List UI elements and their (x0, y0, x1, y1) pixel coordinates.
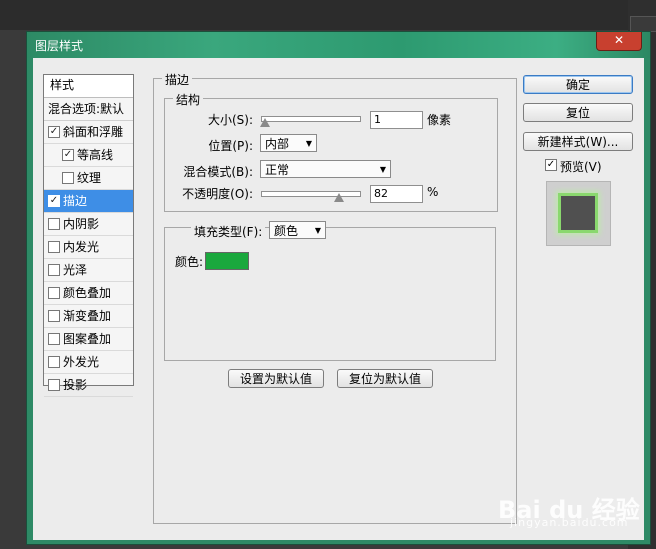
close-button[interactable]: ✕ (596, 32, 642, 51)
opacity-input[interactable]: 82 (370, 185, 423, 203)
style-preview (546, 181, 611, 246)
checkbox-icon[interactable]: ✓ (48, 126, 60, 138)
stroke-group-title: 描边 (162, 71, 193, 88)
styles-header[interactable]: 样式 (44, 75, 133, 98)
size-label: 大小(S): (207, 113, 253, 127)
checkbox-icon[interactable]: ✓ (545, 159, 557, 171)
style-item-label: 内阴影 (63, 217, 100, 231)
style-item-label: 斜面和浮雕 (63, 125, 124, 139)
style-item-label: 渐变叠加 (63, 309, 112, 323)
close-icon: ✕ (613, 33, 625, 47)
style-item[interactable]: ✓ 斜面和浮雕 (44, 121, 133, 144)
style-item-label: 光泽 (63, 263, 88, 277)
style-item[interactable]: 内发光 (44, 236, 133, 259)
style-item[interactable]: 外发光 (44, 351, 133, 374)
checkbox-icon[interactable] (48, 218, 60, 230)
baidu-jingyan-watermark: Bai du 经验 jingyan.baidu.com (498, 490, 648, 530)
checkbox-icon[interactable]: ✓ (48, 195, 60, 207)
ok-button[interactable]: 确定 (523, 75, 633, 94)
size-unit: 像素 (427, 113, 452, 127)
chevron-down-icon: ▼ (379, 165, 386, 174)
checkbox-icon[interactable] (48, 241, 60, 253)
chevron-down-icon: ▼ (314, 226, 321, 235)
style-item-label: 描边 (63, 194, 88, 208)
blending-options-item[interactable]: 混合选项:默认 (44, 98, 133, 121)
style-item-label: 颜色叠加 (63, 286, 112, 300)
style-item[interactable]: 内阴影 (44, 213, 133, 236)
fill-type-select[interactable]: 颜色 ▼ (269, 221, 326, 239)
dialog-client: 样式 混合选项:默认 ✓ 斜面和浮雕 ✓ 等高线 纹理 ✓ 描边 内阴影 内发光 光泽 颜色叠加 渐变… (33, 58, 644, 540)
position-select[interactable]: 内部 ▼ (260, 134, 317, 152)
checkbox-icon[interactable] (62, 172, 74, 184)
slider-thumb-icon[interactable] (333, 193, 344, 202)
opacity-slider[interactable] (261, 191, 361, 197)
style-item[interactable]: 颜色叠加 (44, 282, 133, 305)
position-value: 内部 (265, 137, 290, 151)
style-item[interactable]: 光泽 (44, 259, 133, 282)
make-default-button[interactable]: 设置为默认值 (228, 369, 324, 388)
style-item-label: 图案叠加 (63, 332, 112, 346)
style-item[interactable]: ✓ 等高线 (44, 144, 133, 167)
opacity-label: 不透明度(O): (182, 187, 253, 201)
style-item[interactable]: 投影 (44, 374, 133, 397)
checkbox-icon[interactable] (48, 310, 60, 322)
style-item-label: 内发光 (63, 240, 100, 254)
title-bar[interactable]: 图层样式 ✕ (27, 32, 650, 58)
style-item[interactable]: ✓ 描边 (44, 190, 133, 213)
new-style-button[interactable]: 新建样式(W)... (523, 132, 633, 151)
checkbox-icon[interactable] (48, 379, 60, 391)
size-slider[interactable] (261, 116, 361, 122)
preview-thumbnail (561, 196, 595, 230)
style-item[interactable]: 渐变叠加 (44, 305, 133, 328)
style-item-label: 等高线 (77, 148, 114, 162)
checkbox-icon[interactable] (48, 287, 60, 299)
style-item[interactable]: 纹理 (44, 167, 133, 190)
styles-list: 样式 混合选项:默认 ✓ 斜面和浮雕 ✓ 等高线 纹理 ✓ 描边 内阴影 内发光 光泽 颜色叠加 渐变… (43, 74, 134, 397)
app-background-bar (0, 0, 656, 30)
fill-type-label: 填充类型(F): (191, 223, 266, 240)
style-item[interactable]: 图案叠加 (44, 328, 133, 351)
checkbox-icon[interactable]: ✓ (62, 149, 74, 161)
blend-mode-label: 混合模式(B): (183, 165, 253, 179)
style-item-label: 纹理 (77, 171, 102, 185)
position-label: 位置(P): (208, 139, 253, 153)
structure-group: 结构 大小(S): 1 像素 位置(P): 内部 ▼ 混合模式(B): 正常 ▼… (164, 91, 498, 212)
style-item-label: 投影 (63, 378, 88, 392)
dialog-title: 图层样式 (35, 39, 84, 53)
checkbox-icon[interactable] (48, 264, 60, 276)
fill-type-value: 颜色 (274, 224, 299, 238)
reset-button[interactable]: 复位 (523, 103, 633, 122)
fill-group: 填充类型(F): 颜色 ▼ 颜色: (164, 221, 496, 361)
color-swatch[interactable] (205, 252, 249, 270)
reset-default-button[interactable]: 复位为默认值 (337, 369, 433, 388)
preview-label: 预览(V) (560, 160, 602, 174)
blend-mode-value: 正常 (265, 163, 290, 177)
checkbox-icon[interactable] (48, 356, 60, 368)
chevron-down-icon: ▼ (305, 139, 312, 148)
style-item-label: 外发光 (63, 355, 100, 369)
checkbox-icon[interactable] (48, 333, 60, 345)
color-label: 颜色: (175, 255, 204, 269)
structure-group-title: 结构 (173, 91, 204, 108)
app-side-panel-box (630, 16, 656, 32)
opacity-unit: % (427, 185, 439, 199)
layer-style-dialog: 图层样式 ✕ 样式 混合选项:默认 ✓ 斜面和浮雕 ✓ 等高线 纹理 ✓ 描边 内阴影 内发光光… (26, 31, 651, 545)
stroke-group: 描边 结构 大小(S): 1 像素 位置(P): 内部 ▼ 混合模式(B): 正… (153, 71, 517, 524)
watermark-url: jingyan.baidu.com (510, 516, 629, 529)
size-input[interactable]: 1 (370, 111, 423, 129)
slider-thumb-icon[interactable] (260, 118, 270, 127)
blend-mode-select[interactable]: 正常 ▼ (260, 160, 391, 178)
